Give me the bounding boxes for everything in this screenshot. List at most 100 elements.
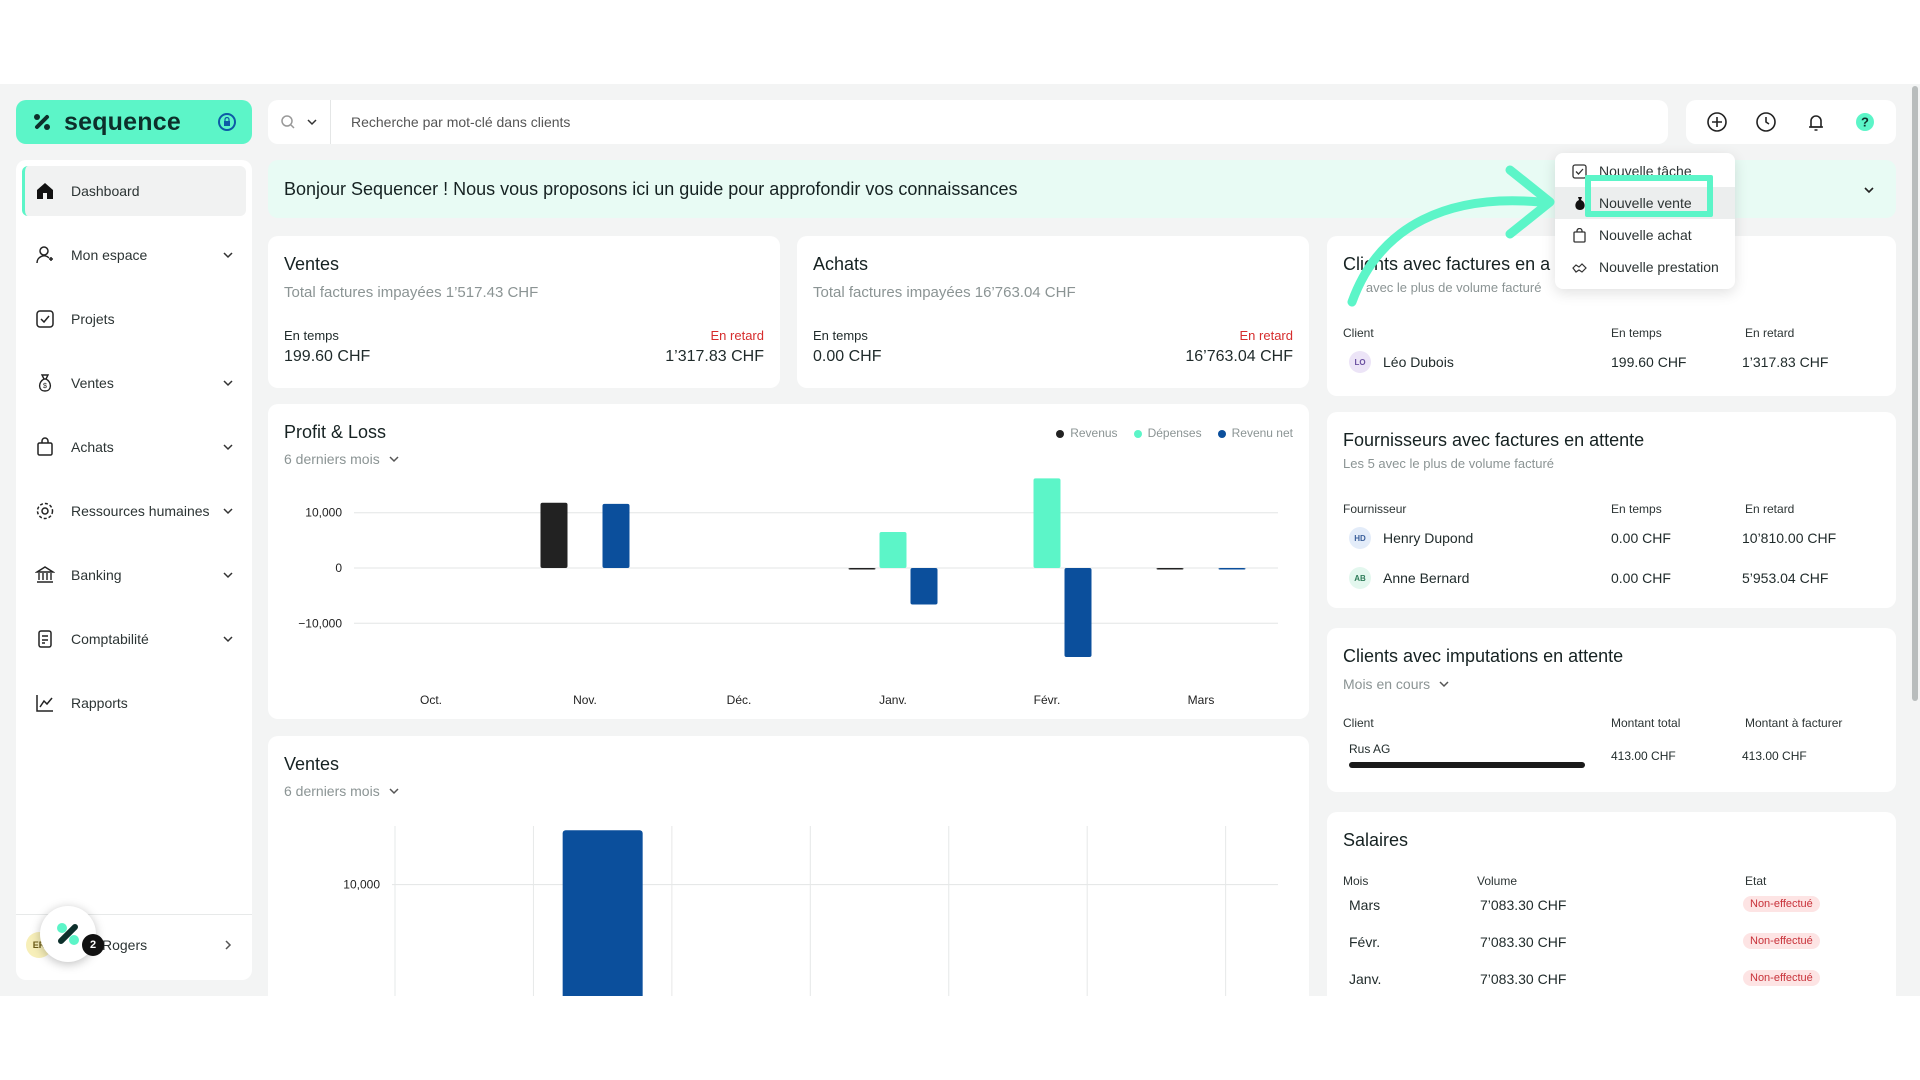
clock-icon[interactable] (1754, 110, 1778, 134)
status-badge: Non-effectué (1743, 933, 1820, 949)
menu-item-nouvelle-prestation[interactable]: Nouvelle prestation (1555, 251, 1735, 283)
sequence-logo-icon (34, 114, 50, 130)
amount-to-invoice: 413.00 CHF (1742, 749, 1807, 763)
card-title: Clients avec factures en a (1343, 254, 1551, 274)
late-label: En retard (1239, 328, 1293, 343)
column-header: Volume (1477, 874, 1518, 888)
on-time-value: 199.60 CHF (284, 348, 371, 365)
svg-text:?: ? (1861, 115, 1869, 130)
bar (879, 532, 907, 568)
sidebar-item-banking[interactable]: Banking (22, 550, 246, 600)
gear-icon (34, 500, 56, 522)
menu-item-nouvelle-achat[interactable]: Nouvelle achat (1555, 219, 1735, 251)
bell-icon[interactable] (1804, 110, 1828, 134)
svg-text:$: $ (43, 383, 47, 390)
imputations-card: Clients avec imputations en attente Mois… (1327, 628, 1896, 792)
card-title: Clients avec imputations en attente (1343, 646, 1624, 666)
add-circle-icon[interactable] (1705, 110, 1729, 134)
column-header: Montant à facturer (1745, 716, 1843, 730)
sidebar-item-label: Ventes (71, 375, 114, 391)
lock-icon[interactable] (218, 113, 236, 131)
banner-text: Bonjour Sequencer ! Nous vous proposons … (284, 178, 1018, 199)
column-header: Fournisseur (1343, 502, 1407, 516)
x-tick-label: Oct. (420, 693, 442, 707)
sidebar-item-dashboard[interactable]: Dashboard (22, 166, 246, 216)
bar (1064, 568, 1092, 658)
progress-fill (1349, 762, 1585, 768)
checkbox-icon (34, 308, 56, 330)
column-header: En temps (1611, 326, 1662, 340)
home-icon (34, 180, 56, 202)
total-amount: 413.00 CHF (1611, 749, 1676, 763)
kpi-ventes-card[interactable]: Ventes Total factures impayées 1’517.43 … (268, 236, 780, 388)
quick-create-menu: Nouvelle tâche Nouvelle vente Nouvelle a… (1555, 153, 1735, 289)
on-time-value: 0.00 CHF (813, 348, 882, 365)
fournisseurs-card: Fournisseurs avec factures en attente Le… (1327, 412, 1896, 608)
bar (1033, 478, 1061, 568)
sidebar-item-mon-espace[interactable]: Mon espace (22, 230, 246, 280)
bar (602, 503, 630, 568)
chevron-down-icon[interactable] (306, 116, 318, 128)
money-bag-icon (1571, 195, 1587, 211)
sidebar-item-rapports[interactable]: Rapports (22, 678, 246, 728)
x-tick-label: Nov. (573, 693, 597, 707)
late-value: 5’953.04 CHF (1742, 570, 1829, 586)
bar (1156, 568, 1184, 570)
bar (910, 568, 938, 605)
on-time-value: 0.00 CHF (1611, 570, 1671, 586)
sidebar: Dashboard Mon espace Projets $ Ventes Ac… (16, 160, 252, 980)
sidebar-item-label: Dashboard (71, 183, 140, 199)
bar (1218, 568, 1246, 570)
card-title: Achats (813, 254, 869, 274)
late-value: 1’317.83 CHF (665, 348, 764, 365)
chevron-down-icon[interactable] (1862, 183, 1876, 197)
y-tick-label: −10,000 (298, 616, 342, 630)
sidebar-item-achats[interactable]: Achats (22, 422, 246, 472)
period-selector[interactable]: Mois en cours (1343, 676, 1450, 692)
brand-name: sequence (64, 107, 181, 136)
sidebar-item-ressources-humaines[interactable]: Ressources humaines (22, 486, 246, 536)
column-header: En retard (1745, 502, 1795, 516)
profit-loss-chart: 10,000 0 −10,000 Oct. Nov. Déc. Janv. Févr. Mars (298, 478, 1278, 707)
on-time-label: En temps (284, 328, 339, 343)
sidebar-item-projets[interactable]: Projets (22, 294, 246, 344)
menu-item-label: Nouvelle vente (1599, 195, 1692, 211)
brand-logo[interactable]: sequence (16, 100, 252, 144)
menu-item-nouvelle-tache[interactable]: Nouvelle tâche (1555, 155, 1735, 187)
menu-item-label: Nouvelle achat (1599, 227, 1692, 243)
search-input[interactable] (351, 114, 1551, 130)
month: Mars (1349, 897, 1381, 913)
user-name: Rogers (102, 937, 148, 953)
avatar: AB (1349, 567, 1371, 589)
shopping-bag-icon (1571, 227, 1587, 243)
top-actions: ? (1686, 100, 1896, 144)
profit-loss-card: Profit & Loss 6 derniers mois Revenus Dé… (268, 404, 1309, 719)
help-icon[interactable]: ? (1853, 110, 1877, 134)
column-header: En retard (1745, 326, 1795, 340)
handshake-icon (1571, 259, 1587, 275)
search-icon[interactable] (280, 114, 296, 130)
period-label: Mois en cours (1343, 676, 1431, 692)
chevron-down-icon (223, 444, 233, 451)
scrollbar-thumb[interactable] (1912, 86, 1918, 701)
sidebar-item-comptabilite[interactable]: Comptabilité (22, 614, 246, 664)
column-header: Mois (1343, 874, 1369, 888)
kpi-achats-card[interactable]: Achats Total factures impayées 16’763.04… (797, 236, 1309, 388)
avatar: HD (1349, 527, 1371, 549)
sidebar-item-label: Banking (71, 567, 122, 583)
menu-item-label: Nouvelle prestation (1599, 259, 1719, 275)
menu-item-nouvelle-vente[interactable]: Nouvelle vente (1555, 187, 1735, 219)
card-subtitle: Total factures impayées 16’763.04 CHF (813, 284, 1076, 301)
volume: 7’083.30 CHF (1480, 971, 1567, 987)
client-name: Léo Dubois (1383, 354, 1454, 370)
ventes-chart-card: Ventes 6 derniers mois 10,000 5,000 (268, 736, 1309, 996)
client-name: Rus AG (1349, 742, 1391, 756)
y-tick-label: 10,000 (305, 506, 342, 520)
sidebar-item-ventes[interactable]: $ Ventes (22, 358, 246, 408)
volume: 7’083.30 CHF (1480, 897, 1567, 913)
page-scrollbar[interactable] (1910, 84, 1920, 996)
card-subtitle: Total factures impayées 1’517.43 CHF (284, 284, 539, 301)
on-time-value: 199.60 CHF (1611, 354, 1687, 370)
chevron-down-icon (223, 508, 233, 515)
column-header: Client (1343, 716, 1374, 730)
